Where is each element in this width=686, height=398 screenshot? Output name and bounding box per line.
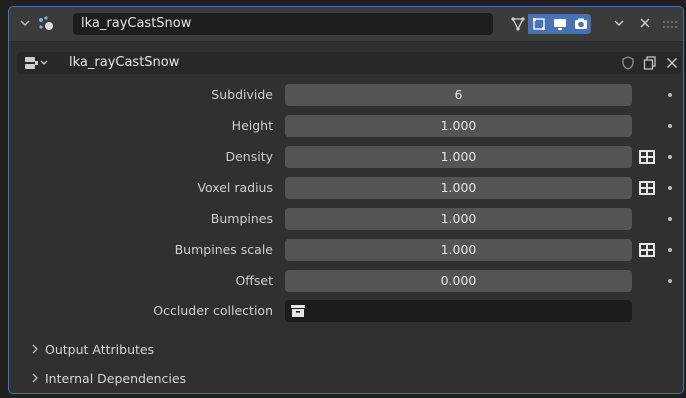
unlink-button[interactable]	[661, 52, 683, 74]
bumpines-scale-label: Bumpines scale	[174, 242, 273, 257]
modifier-visibility-toggles	[507, 14, 591, 34]
offset-label: Offset	[235, 273, 273, 288]
close-icon	[640, 18, 650, 28]
modifier-menu-chevron-icon[interactable]	[613, 17, 625, 29]
on-cage-icon	[532, 18, 545, 30]
edit-mode-toggle[interactable]	[507, 14, 528, 34]
keyframe-dot[interactable]	[668, 93, 672, 97]
keyframe-dot[interactable]	[668, 186, 672, 190]
voxel-radius-label: Voxel radius	[197, 180, 273, 195]
fake-user-button[interactable]	[617, 52, 639, 74]
density-field[interactable]: 1.000	[285, 146, 632, 168]
on-cage-toggle[interactable]	[528, 14, 549, 34]
height-label: Height	[231, 118, 273, 133]
viewport-toggle[interactable]	[549, 14, 570, 34]
chevron-right-icon	[31, 340, 45, 360]
keyframe-dot[interactable]	[668, 248, 672, 252]
input-attribute-toggle-icon[interactable]	[638, 149, 656, 165]
density-label: Density	[225, 149, 273, 164]
modifier-name-field[interactable]: lka_rayCastSnow	[73, 13, 493, 35]
keyframe-dot[interactable]	[668, 124, 672, 128]
collapse-chevron-icon[interactable]	[19, 17, 31, 29]
geometry-nodes-modifier-icon	[39, 16, 53, 30]
keyframe-dot[interactable]	[668, 155, 672, 159]
input-attribute-toggle-icon[interactable]	[638, 180, 656, 196]
viewport-icon	[553, 19, 566, 30]
edit-mode-icon	[510, 17, 525, 31]
bumpines-scale-field[interactable]: 1.000	[285, 239, 632, 261]
render-icon	[574, 18, 587, 29]
internal-dependencies-label: Internal Dependencies	[45, 371, 187, 386]
bumpines-label: Bumpines	[210, 211, 273, 226]
output-attributes-label: Output Attributes	[45, 342, 155, 357]
output-attributes-section[interactable]: Output Attributes	[31, 340, 154, 360]
occluder-collection-field[interactable]	[285, 300, 632, 322]
modifier-panel: lka_rayCastSnow lka_rayCastSnow Subdivid…	[8, 6, 684, 394]
drag-handle-icon[interactable]	[663, 21, 677, 29]
modifier-header: lka_rayCastSnow	[9, 7, 683, 42]
bumpines-field[interactable]: 1.000	[285, 208, 632, 230]
subdivide-field[interactable]: 6	[285, 84, 632, 106]
keyframe-dot[interactable]	[668, 217, 672, 221]
occluder-collection-label: Occluder collection	[153, 303, 273, 318]
node-group-name[interactable]: lka_rayCastSnow	[69, 55, 179, 70]
keyframe-dot[interactable]	[668, 279, 672, 283]
voxel-radius-field[interactable]: 1.000	[285, 177, 632, 199]
subdivide-label: Subdivide	[211, 87, 273, 102]
duplicate-button[interactable]	[639, 52, 661, 74]
render-toggle[interactable]	[570, 14, 591, 34]
node-group-buttons	[617, 52, 683, 74]
duplicate-icon	[643, 56, 656, 70]
close-icon	[667, 58, 677, 68]
node-group-selector: lka_rayCastSnow	[17, 52, 681, 74]
shield-icon	[622, 56, 634, 70]
offset-field[interactable]: 0.000	[285, 270, 632, 292]
chevron-right-icon	[31, 369, 45, 389]
node-tree-browse-icon[interactable]	[23, 55, 49, 71]
height-field[interactable]: 1.000	[285, 115, 632, 137]
input-attribute-toggle-icon[interactable]	[638, 242, 656, 258]
collection-icon	[291, 305, 305, 317]
remove-modifier-button[interactable]	[635, 14, 655, 34]
internal-dependencies-section[interactable]: Internal Dependencies	[31, 369, 186, 389]
